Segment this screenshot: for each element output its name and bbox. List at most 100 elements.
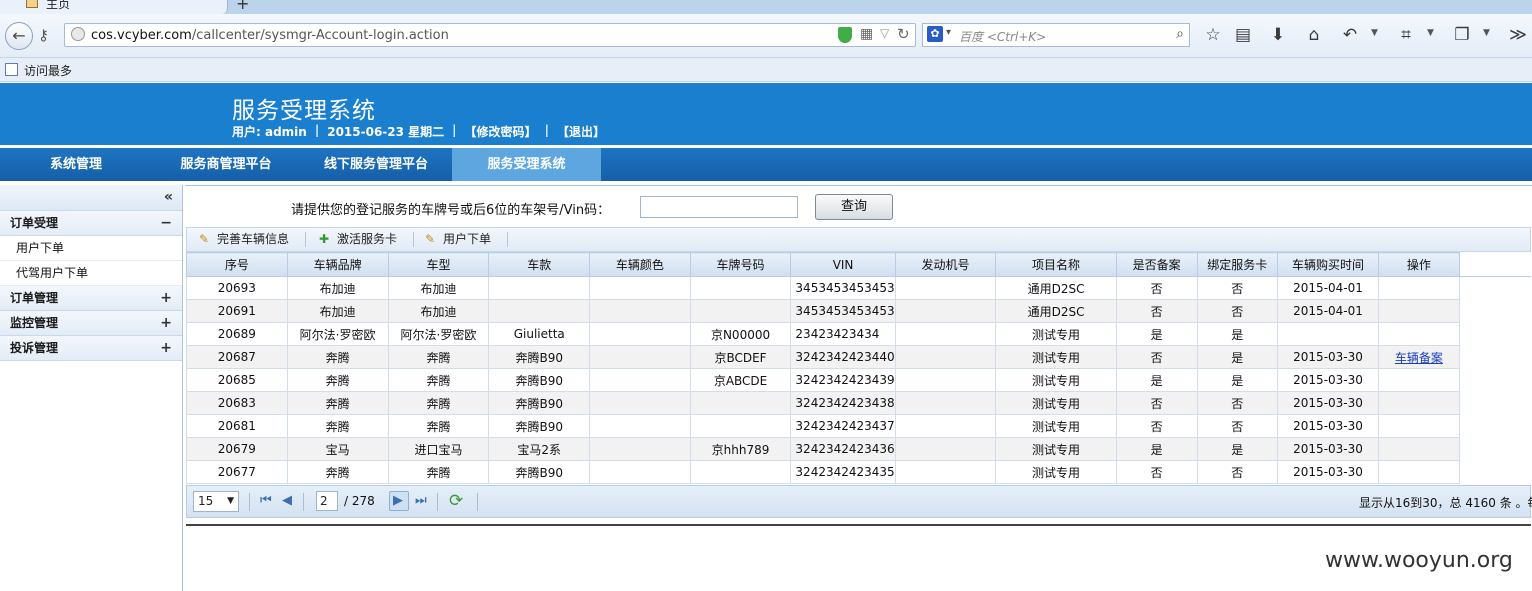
column-header[interactable]: VIN	[790, 252, 896, 277]
sidebar-section-monitoring[interactable]: 监控管理 +	[0, 311, 182, 336]
refresh-icon[interactable]: ⟳	[449, 491, 463, 511]
tab-title: 主页	[46, 0, 71, 11]
nav-provider-platform[interactable]: 服务商管理平台	[152, 148, 300, 181]
baidu-paw-icon[interactable]: ✿	[927, 26, 943, 42]
column-header[interactable]: 车辆颜色	[589, 252, 691, 277]
table-row[interactable]: 20681 奔腾 奔腾 奔腾B90 3242342423437 测试专用否否 2015-03…	[186, 414, 1531, 438]
search-bar[interactable]: ✿ ▾ 百度 <Ctrl+K> ⌕	[922, 23, 1190, 47]
home-icon[interactable]: ⌂	[1304, 25, 1324, 45]
table-row[interactable]: 20677 奔腾 奔腾 奔腾B90 3242342423435 测试专用否否 2015-03…	[186, 460, 1531, 484]
window-dropdown-icon[interactable]: ▼	[1483, 28, 1490, 38]
collapse-section-icon[interactable]: −	[160, 211, 172, 236]
crop-icon[interactable]: ⌗	[1396, 25, 1416, 45]
qr-code-icon[interactable]: ▦	[860, 26, 873, 42]
sidebar-section-order-management[interactable]: 订单管理 +	[0, 286, 182, 311]
column-header[interactable]: 车辆购买时间	[1277, 252, 1379, 277]
table-row[interactable]: 20687 奔腾 奔腾 奔腾B90 京BCDEF 3242342423440 测试专用否是 2…	[186, 345, 1531, 369]
sidebar-item-user-order[interactable]: 用户下单	[0, 236, 182, 261]
table-cell	[589, 276, 691, 300]
search-icon[interactable]: ⌕	[1176, 26, 1184, 42]
vin-search-input[interactable]	[640, 196, 798, 218]
change-password-link[interactable]: 【修改密码】	[465, 123, 537, 140]
nav-system-management[interactable]: 系统管理	[0, 148, 152, 181]
nav-offline-service-platform[interactable]: 线下服务管理平台	[300, 148, 452, 181]
undo-dropdown-icon[interactable]: ▼	[1371, 28, 1378, 38]
download-icon[interactable]: ⬇	[1268, 25, 1288, 45]
shield-icon[interactable]	[838, 27, 852, 43]
url-text[interactable]: cos.vcyber.com/callcenter/sysmgr-Account…	[91, 28, 449, 43]
back-button[interactable]: ←	[5, 22, 33, 50]
table-cell	[589, 414, 691, 438]
table-row[interactable]: 20691 布加迪 布加迪 3453453453453 通用D2SC 否否 2015-04-…	[186, 299, 1531, 323]
column-header[interactable]: 项目名称	[995, 252, 1117, 277]
sidebar-section-complaints[interactable]: 投诉管理 +	[0, 336, 182, 361]
complete-vehicle-info-button[interactable]: ✎ 完善车辆信息	[199, 228, 289, 251]
table-cell: 2015-03-30	[1277, 391, 1379, 415]
crop-dropdown-icon[interactable]: ▼	[1427, 28, 1434, 38]
table-cell: 奔腾B90	[488, 368, 591, 392]
table-cell: 23423423434	[790, 322, 896, 346]
column-header[interactable]: 发动机号	[894, 252, 997, 277]
column-header[interactable]: 是否备案	[1115, 252, 1198, 277]
sidebar-section-label: 监控管理	[10, 316, 59, 330]
reading-list-icon[interactable]: ▤	[1233, 25, 1253, 45]
column-header[interactable]: 车牌号码	[689, 252, 792, 277]
last-page-icon[interactable]: ⏭	[415, 493, 427, 508]
table-cell: 奔腾	[286, 391, 389, 415]
collapse-icon[interactable]: «	[164, 189, 173, 205]
prev-page-icon[interactable]: ◀	[282, 493, 292, 508]
url-dropdown-icon[interactable]: ▽	[880, 26, 889, 40]
column-header[interactable]: 车辆品牌	[286, 252, 389, 277]
pager-separator	[303, 493, 304, 511]
page-number-input[interactable]: 2	[316, 491, 338, 511]
table-cell: 测试专用	[995, 414, 1117, 438]
table-row[interactable]: 20689 阿尔法·罗密欧 阿尔法·罗密欧 Giulietta 京N00000 23423…	[186, 322, 1531, 346]
grid-toolbar: ✎ 完善车辆信息 ✚ 激活服务卡 ✎ 用户下单	[186, 227, 1531, 252]
column-header[interactable]: 绑定服务卡	[1196, 252, 1279, 277]
address-bar[interactable]: cos.vcyber.com/callcenter/sysmgr-Account…	[64, 23, 916, 47]
column-header[interactable]: 车型	[387, 252, 490, 277]
column-header[interactable]: 车款	[488, 252, 591, 277]
table-cell	[894, 345, 997, 369]
table-cell: 京hhh789	[689, 437, 792, 461]
reload-icon[interactable]: ↻	[897, 25, 910, 43]
table-cell: 2015-03-30	[1277, 345, 1379, 369]
table-cell: 20687	[186, 345, 288, 369]
user-order-button[interactable]: ✎ 用户下单	[425, 228, 491, 251]
sidebar-section-order-acceptance[interactable]: 订单受理 −	[0, 211, 182, 236]
expand-section-icon[interactable]: +	[160, 311, 172, 336]
expand-section-icon[interactable]: +	[160, 336, 172, 361]
query-button[interactable]: 查询	[815, 194, 893, 220]
table-row[interactable]: 20693 布加迪 布加迪 3453453453453 通用D2SC 否否 2015-04-…	[186, 276, 1531, 300]
window-icon[interactable]: ❐	[1452, 25, 1472, 45]
vehicle-record-link[interactable]: 车辆备案	[1395, 351, 1443, 365]
column-header[interactable]: 序号	[186, 252, 288, 277]
page-icon	[26, 0, 38, 8]
watermark: www.wooyun.org	[1325, 548, 1513, 573]
separator: |	[452, 123, 457, 137]
undo-icon[interactable]: ↶	[1340, 25, 1360, 45]
nav-service-acceptance[interactable]: 服务受理系统	[452, 148, 601, 181]
table-cell-filler	[1459, 437, 1531, 461]
next-page-icon[interactable]: ▶	[393, 493, 403, 508]
browser-tab[interactable]: 主页	[0, 0, 228, 14]
star-icon[interactable]: ☆	[1203, 25, 1223, 45]
sidebar-item-driver-user-order[interactable]: 代驾用户下单	[0, 261, 182, 286]
activate-service-card-button[interactable]: ✚ 激活服务卡	[319, 228, 397, 251]
table-cell: 测试专用	[995, 437, 1117, 461]
table-row[interactable]: 20685 奔腾 奔腾 奔腾B90 京ABCDE 3242342423439 测试专用是是 2…	[186, 368, 1531, 392]
table-row[interactable]: 20683 奔腾 奔腾 奔腾B90 3242342423438 测试专用否否 2015-03…	[186, 391, 1531, 415]
table-row[interactable]: 20679 宝马 进口宝马 宝马2系 京hhh789 3242342423436 测试专用是…	[186, 437, 1531, 461]
key-icon[interactable]: ⚷	[38, 26, 49, 44]
menu-icon[interactable]: ≫	[1508, 25, 1528, 45]
table-cell: 20679	[186, 437, 288, 461]
new-tab-icon[interactable]: +	[236, 0, 249, 13]
page-size-select[interactable]: 15 ▼	[193, 491, 239, 512]
table-cell-filler	[1459, 345, 1531, 369]
expand-section-icon[interactable]: +	[160, 286, 172, 311]
bookmark-most-visited[interactable]: 访问最多	[24, 62, 72, 79]
search-engine-dropdown-icon[interactable]: ▾	[946, 27, 951, 38]
logout-link[interactable]: 【退出】	[557, 123, 605, 140]
column-header[interactable]: 操作	[1377, 252, 1460, 277]
first-page-icon[interactable]: ⏮	[260, 493, 272, 508]
